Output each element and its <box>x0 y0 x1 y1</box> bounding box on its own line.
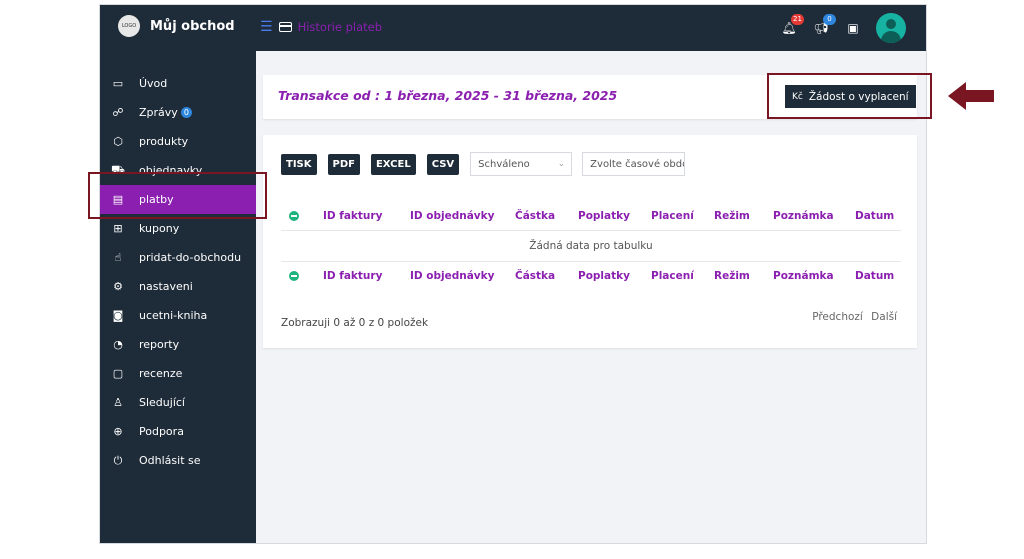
column-header[interactable]: ID objednávky <box>410 210 494 222</box>
avatar[interactable] <box>876 13 906 43</box>
pdf-button[interactable]: PDF <box>327 153 360 175</box>
globe-icon: ⊕ <box>113 425 123 438</box>
sidebar-item-nastaveni[interactable]: ⚙ nastaveni <box>100 272 256 301</box>
sidebar-item-label: pridat-do-obchodu <box>139 251 242 264</box>
column-header[interactable]: Placení <box>651 210 694 222</box>
highlight-box-platby <box>88 172 267 219</box>
sidebar-item-podpora[interactable]: ⊕ Podpora <box>100 417 256 446</box>
sidebar-item-label: recenze <box>139 367 183 380</box>
gears-icon: ⚙ <box>113 280 123 293</box>
empty-table-message: Žádná data pro tabulku <box>281 230 901 262</box>
payments-table: ID faktury ID objednávky Částka Poplatky… <box>281 202 901 290</box>
book-icon[interactable]: ▣ <box>844 19 862 37</box>
sidebar-item-recenze[interactable]: ▢ recenze <box>100 359 256 388</box>
topbar-icons: 🔔︎ 21 📢︎ 0 ▣ <box>766 13 906 43</box>
sidebar-item-ucetni-kniha[interactable]: ◙ ucetni-kniha <box>100 301 256 330</box>
power-icon: ⏻ <box>113 453 123 467</box>
date-range-placeholder: Zvolte časové období <box>590 158 684 170</box>
comment-icon: ▢ <box>112 367 124 380</box>
pagination: Předchozí Další <box>807 311 897 323</box>
table-header-row: ID faktury ID objednávky Částka Poplatky… <box>281 202 901 230</box>
date-range-input[interactable]: Zvolte časové období <box>582 152 686 176</box>
print-button[interactable]: TISK <box>281 153 317 175</box>
sidebar-item--vod[interactable]: ▭ Úvod <box>100 69 256 98</box>
sidebar-nav: ▭ Úvod ☍ Zprávy 0 ⬡ produkty ⛟ objednavky ▤ platby… <box>100 69 256 475</box>
expand-icon[interactable] <box>289 271 299 281</box>
next-page-button[interactable]: Další <box>871 311 897 323</box>
topbar: LOGO Můj obchod ☰ Historie plateb 🔔︎ 21 📢… <box>100 5 926 51</box>
box-icon: ⬡ <box>113 135 123 148</box>
column-header[interactable]: Režim <box>714 210 750 222</box>
sidebar-item-label: Sledující <box>139 396 185 409</box>
breadcrumb: ☰ Historie plateb <box>260 20 382 34</box>
prev-page-button[interactable]: Předchozí <box>812 311 863 323</box>
highlight-box-payout <box>767 73 932 119</box>
column-footer[interactable]: Poznámka <box>773 270 834 282</box>
column-footer[interactable]: Datum <box>855 270 894 282</box>
column-footer[interactable]: Režim <box>714 270 750 282</box>
chat-icon: ☍ <box>112 106 124 119</box>
arrow-left-icon <box>948 82 994 110</box>
brand-name: Můj obchod <box>150 18 235 34</box>
hamburger-menu-icon[interactable]: ☰ <box>260 20 273 34</box>
chevron-down-icon: ⌄ <box>557 159 566 169</box>
sidebar-item-label: ucetni-kniha <box>139 309 208 322</box>
excel-button[interactable]: EXCEL <box>370 153 416 175</box>
sidebar-item-sleduj-c-[interactable]: ♙ Sledující <box>100 388 256 417</box>
payments-table-card: TISK PDF EXCEL CSV Schváleno ⌄ Zvolte ča… <box>263 135 917 348</box>
monitor-icon: ▭ <box>112 77 124 90</box>
transactions-title: Transakce od : 1 března, 2025 - 31 březn… <box>278 88 618 103</box>
bell-icon[interactable]: 🔔︎ 21 <box>780 14 804 37</box>
column-footer[interactable]: Poplatky <box>578 270 630 282</box>
sidebar-item-produkty[interactable]: ⬡ produkty <box>100 127 256 156</box>
sidebar-item-label: reporty <box>139 338 180 351</box>
table-footer-row: ID faktury ID objednávky Částka Poplatky… <box>281 262 901 290</box>
expand-icon[interactable] <box>289 211 299 221</box>
notification-badge: 21 <box>791 14 804 25</box>
sidebar-item-label: kupony <box>139 222 180 235</box>
card-icon <box>278 22 292 32</box>
sidebar-item-label: produkty <box>139 135 189 148</box>
column-header[interactable]: Datum <box>855 210 894 222</box>
sidebar-item-label: Úvod <box>139 77 168 90</box>
column-header[interactable]: Poznámka <box>773 210 834 222</box>
sidebar-item-reporty[interactable]: ◔ reporty <box>100 330 256 359</box>
sidebar-item-zpr-vy[interactable]: ☍ Zprávy 0 <box>100 98 256 127</box>
chart-icon: ◔ <box>113 338 123 351</box>
sidebar-item-label: Zprávy <box>139 106 178 119</box>
sidebar-item-label: Podpora <box>139 425 184 438</box>
csv-button[interactable]: CSV <box>426 153 460 175</box>
megaphone-icon[interactable]: 📢︎ 0 <box>812 14 836 37</box>
table-info: Zobrazuji 0 až 0 z 0 položek <box>281 317 429 329</box>
sidebar-item-pridat-do-obchodu[interactable]: ☝ pridat-do-obchodu <box>100 243 256 272</box>
sidebar-item-label: nastaveni <box>139 280 193 293</box>
column-header[interactable]: ID faktury <box>323 210 382 222</box>
column-footer[interactable]: Částka <box>515 270 555 282</box>
brand-logo: LOGO <box>118 15 140 37</box>
shirt-icon: ♙ <box>113 396 123 409</box>
status-select-value: Schváleno <box>478 158 530 170</box>
status-select[interactable]: Schváleno ⌄ <box>470 152 573 176</box>
column-header[interactable]: Částka <box>515 210 555 222</box>
column-header[interactable]: Poplatky <box>578 210 630 222</box>
brand[interactable]: LOGO Můj obchod <box>118 15 235 37</box>
column-footer[interactable]: ID faktury <box>323 270 382 282</box>
export-toolbar: TISK PDF EXCEL CSV Schváleno ⌄ Zvolte ča… <box>281 152 686 176</box>
column-footer[interactable]: Placení <box>651 270 694 282</box>
brand-logo-text: LOGO <box>121 23 137 29</box>
gift-icon: ⊞ <box>113 222 123 235</box>
announcement-badge: 0 <box>823 14 836 25</box>
page-title: Historie plateb <box>297 20 383 34</box>
sidebar-item-odhl-sit-se[interactable]: ⏻ Odhlásit se <box>100 446 256 475</box>
money-icon: ◙ <box>112 309 124 322</box>
messages-badge: 0 <box>180 107 192 118</box>
column-footer[interactable]: ID objednávky <box>410 270 494 282</box>
sidebar-item-label: Odhlásit se <box>139 454 201 467</box>
hand-icon: ☝ <box>114 251 122 264</box>
